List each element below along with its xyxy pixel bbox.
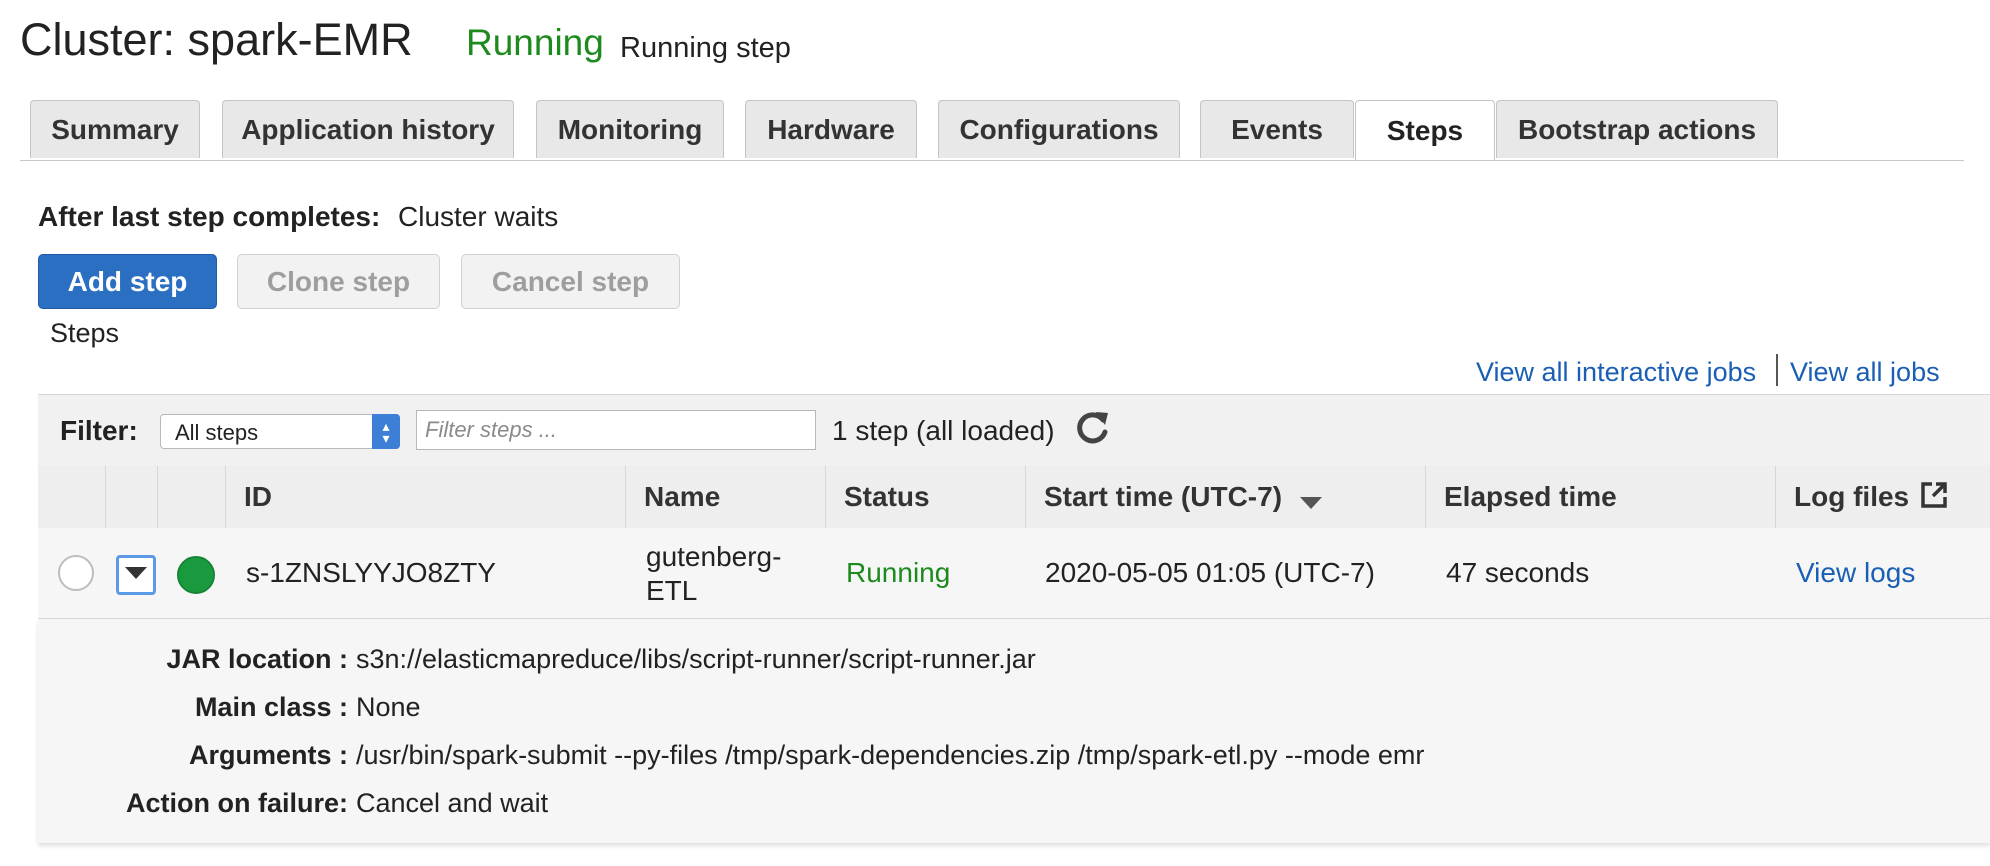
action-on-failure-value: Cancel and wait	[356, 788, 549, 818]
step-start-time: 2020-05-05 01:05 (UTC-7)	[1045, 557, 1375, 588]
steps-heading: Steps	[50, 318, 120, 348]
step-name: gutenberg- ETL	[646, 540, 781, 608]
main-class-value: None	[356, 692, 421, 722]
jar-location-label: JAR location :	[166, 644, 348, 674]
header-start-time[interactable]: Start time (UTC-7)	[1026, 466, 1426, 528]
view-all-jobs-link[interactable]: View all jobs	[1790, 357, 1940, 388]
tab-application-history[interactable]: Application history	[222, 100, 514, 158]
view-interactive-jobs-link[interactable]: View all interactive jobs	[1476, 357, 1756, 388]
header-status-label: Status	[844, 481, 930, 512]
tab-hardware[interactable]: Hardware	[745, 100, 917, 158]
header-status-icon-col	[158, 466, 226, 528]
step-name-line1: gutenberg-	[646, 541, 782, 572]
external-link-icon	[1919, 480, 1949, 517]
tab-bootstrap-actions[interactable]: Bootstrap actions	[1496, 100, 1778, 158]
refresh-icon[interactable]	[1072, 408, 1112, 448]
row-select-radio[interactable]	[58, 555, 94, 591]
cluster-state: Running	[466, 22, 604, 63]
arguments-value: /usr/bin/spark-submit --py-files /tmp/sp…	[356, 740, 1425, 770]
step-elapsed: 47 seconds	[1446, 557, 1590, 588]
header-select-col	[38, 466, 106, 528]
tab-summary[interactable]: Summary	[30, 100, 200, 158]
tab-configurations[interactable]: Configurations	[938, 100, 1180, 158]
jar-location-value: s3n://elasticmapreduce/libs/script-runne…	[356, 644, 1036, 674]
step-status: Running	[846, 557, 951, 588]
header-id-label: ID	[244, 481, 272, 512]
filter-steps-input[interactable]	[416, 410, 816, 450]
tab-bar: Summary Application history Monitoring H…	[20, 100, 1964, 161]
filter-label: Filter:	[60, 415, 138, 446]
cancel-step-button[interactable]: Cancel step	[461, 254, 680, 309]
filter-select-value: All steps	[175, 420, 259, 445]
after-last-step-label: After last step completes:	[38, 201, 381, 232]
header-elapsed[interactable]: Elapsed time	[1426, 466, 1776, 528]
step-count: 1 step (all loaded)	[832, 415, 1055, 446]
header-status[interactable]: Status	[826, 466, 1026, 528]
header-elapsed-label: Elapsed time	[1444, 481, 1617, 512]
step-id: s-1ZNSLYYJO8ZTY	[246, 557, 496, 588]
after-last-step-value: Cluster waits	[398, 201, 559, 232]
header-start-time-label: Start time (UTC-7)	[1044, 481, 1283, 512]
add-step-button[interactable]: Add step	[38, 254, 217, 309]
header-expand-col	[106, 466, 158, 528]
main-class-label: Main class :	[194, 692, 348, 722]
clone-step-button[interactable]: Clone step	[237, 254, 440, 309]
row-expand-toggle[interactable]	[116, 555, 156, 595]
page-title: Cluster: spark-EMR	[20, 14, 413, 65]
sort-desc-icon	[1300, 486, 1323, 518]
select-arrows-icon: ▴ ▾	[372, 414, 400, 449]
header-id[interactable]: ID	[226, 466, 626, 528]
header-name-label: Name	[644, 481, 721, 512]
cluster-substate: Running step	[620, 32, 791, 64]
step-name-line2: ETL	[646, 575, 698, 606]
chevron-down-icon	[125, 566, 147, 585]
header-name[interactable]: Name	[626, 466, 826, 528]
view-logs-link[interactable]: View logs	[1796, 557, 1915, 589]
link-divider	[1776, 354, 1778, 386]
header-log-files-label: Log files	[1794, 481, 1910, 512]
action-on-failure-label: Action on failure:	[126, 788, 348, 818]
arguments-label: Arguments :	[188, 740, 348, 770]
tab-events[interactable]: Events	[1200, 100, 1354, 158]
tab-steps[interactable]: Steps	[1355, 100, 1495, 160]
tab-monitoring[interactable]: Monitoring	[536, 100, 724, 158]
header-log-files[interactable]: Log files	[1776, 466, 1990, 528]
filter-select[interactable]: All steps ▴ ▾	[160, 414, 400, 449]
status-running-icon	[177, 556, 215, 594]
